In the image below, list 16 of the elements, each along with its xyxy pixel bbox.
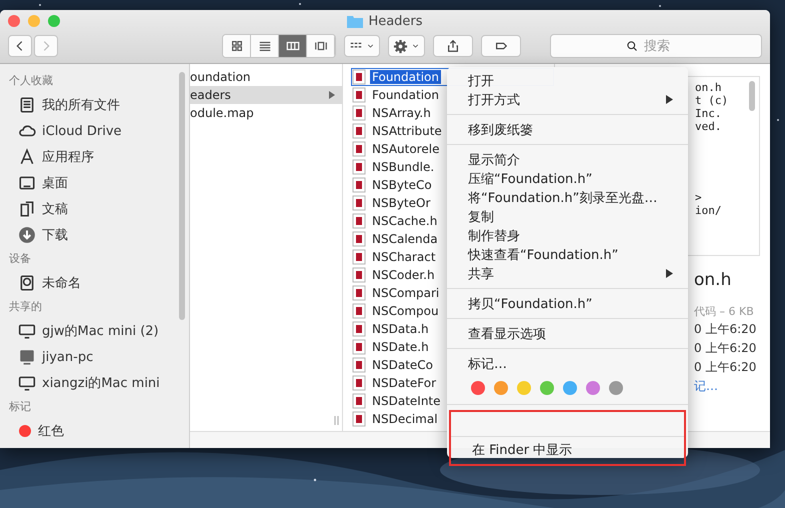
file-date: 0 上午6:20 [694,359,758,376]
sidebar-heading: 共享的 [8,299,43,315]
preview-title: on.h [694,270,732,290]
file-date: 0 上午6:20 [694,340,758,357]
file-date: 0 上午6:20 [694,321,758,338]
sidebar-heading: 个人收藏 [8,73,54,89]
code-line: t (c) [695,94,730,107]
code-line: ion/ [695,204,722,217]
sidebar-heading: 设备 [8,251,32,267]
file-info: 代码 – 6 KB [694,304,755,319]
window-title: Headers [368,14,423,28]
code-line: on.h [695,81,722,94]
code-line: Inc. [695,107,722,120]
sidebar-heading: 标记 [8,399,32,415]
code-line: > [695,191,703,204]
code-line: ved. [695,120,722,133]
